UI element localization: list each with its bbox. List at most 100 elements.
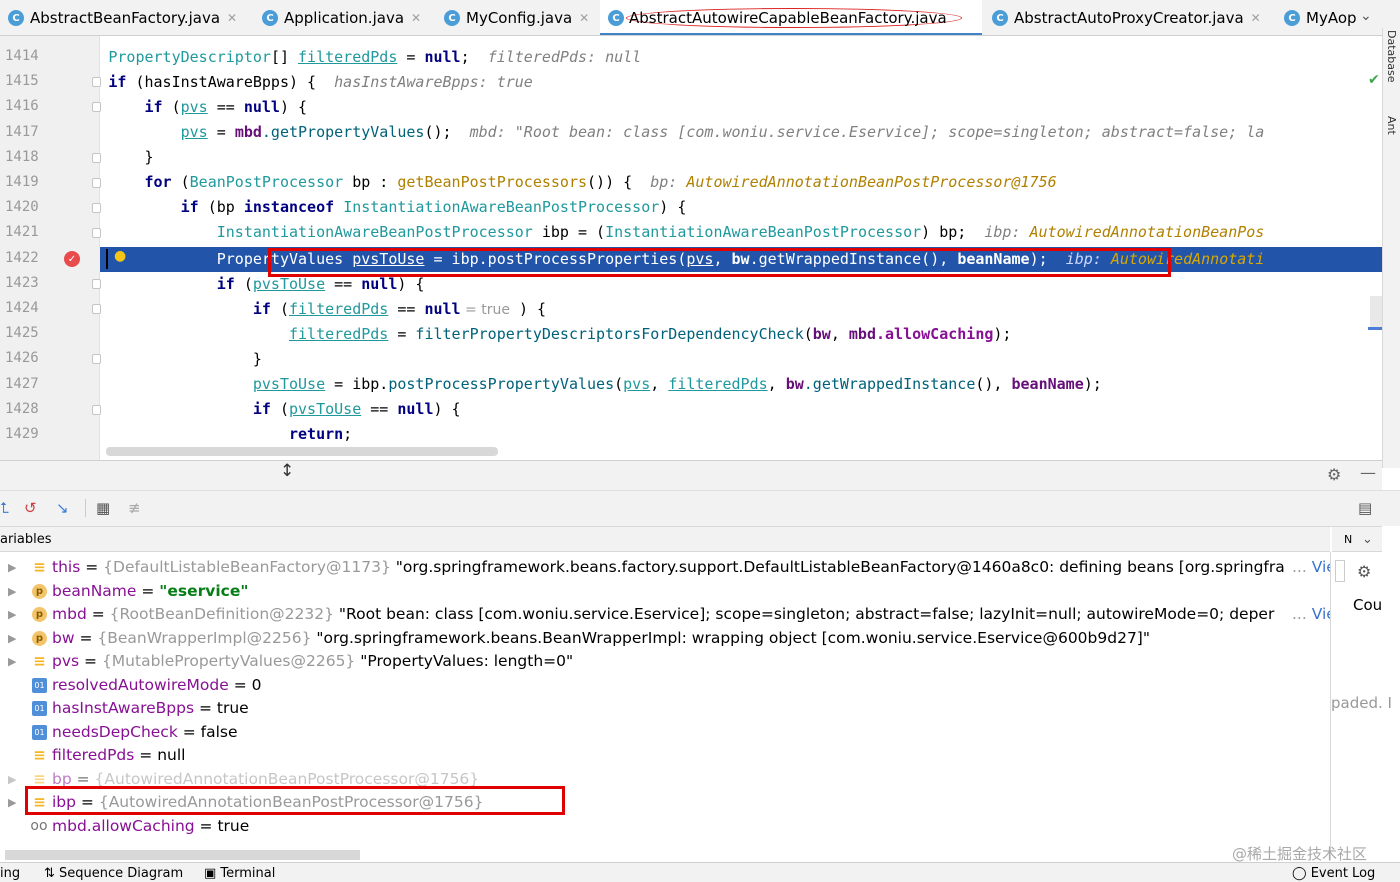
variable-name: beanName — [52, 581, 137, 600]
evaluate-icon[interactable]: ▦ — [96, 499, 110, 517]
close-icon[interactable]: ✕ — [1251, 11, 1261, 25]
close-icon[interactable]: ✕ — [411, 11, 421, 25]
expand-arrow-icon[interactable]: ▶ — [8, 580, 16, 603]
variable-type-icon: ≡ — [33, 769, 46, 788]
minimize-icon[interactable]: — — [1360, 463, 1376, 482]
tool-tab-fragment[interactable]: ing — [0, 866, 20, 881]
panel-splitter[interactable]: ⚙ — — [0, 460, 1382, 490]
tool-tab-terminal[interactable]: ▣ Terminal — [204, 866, 275, 881]
fold-marker[interactable] — [92, 228, 101, 239]
tab-label: Event Log — [1310, 866, 1376, 881]
fold-marker[interactable] — [92, 77, 101, 88]
variable-name: mbd.allowCaching — [52, 816, 195, 835]
chevron-down-icon[interactable]: ⌄ — [1360, 8, 1372, 24]
variables-horizontal-scrollbar[interactable] — [5, 850, 360, 860]
close-icon[interactable]: ✕ — [227, 11, 237, 25]
right-tool-strip: Database Ant — [1382, 28, 1400, 468]
variable-text: filteredPds = null — [52, 746, 186, 764]
variable-text: bw = {BeanWrapperImpl@2256} "org.springf… — [52, 628, 1150, 647]
inspection-ok-icon[interactable]: ✔ — [1368, 72, 1380, 88]
fold-marker[interactable] — [92, 102, 101, 113]
gear-icon[interactable]: ⚙ — [1357, 562, 1371, 581]
variable-value: true — [217, 816, 250, 835]
database-tool-tab[interactable]: Database — [1385, 30, 1398, 83]
drop-frame-icon[interactable]: ↺ — [24, 499, 37, 517]
tab-abstract-bean-factory[interactable]: C AbstractBeanFactory.java ✕ — [0, 0, 252, 35]
class-icon: C — [444, 10, 460, 26]
chevron-down-icon[interactable]: ⌄ — [1362, 527, 1373, 553]
tab-application[interactable]: C Application.java ✕ — [254, 0, 434, 35]
fold-marker[interactable] — [92, 354, 101, 365]
line-number: 1429 — [5, 426, 39, 442]
view-link[interactable]: ... View — [1288, 556, 1330, 579]
layout-icon[interactable]: ▤ — [1358, 499, 1372, 517]
tab-abstract-auto-proxy-creator[interactable]: C AbstractAutoProxyCreator.java ✕ — [984, 0, 1274, 35]
class-icon: C — [992, 10, 1008, 26]
watches-pane: ⚙ Cou paded. I — [1330, 552, 1400, 860]
watermark: @稀土掘金技术社区 — [1232, 845, 1368, 863]
watch-input[interactable] — [1335, 560, 1345, 582]
expand-arrow-icon[interactable]: ▶ — [8, 791, 16, 814]
expand-arrow-icon[interactable]: ▶ — [8, 768, 16, 791]
line-number: 1420 — [5, 199, 39, 216]
annotation-highlight-box — [25, 786, 565, 815]
fold-marker[interactable] — [92, 404, 101, 415]
line-number: 1428 — [5, 400, 39, 417]
expand-arrow-icon[interactable]: ▶ — [8, 556, 16, 579]
tab-label: Sequence Diagram — [59, 866, 184, 881]
variable-row[interactable]: ▶ p mbd = {RootBeanDefinition@2232} "Root … — [0, 603, 1330, 626]
variable-row[interactable]: 01 resolvedAutowireMode = 0 — [0, 674, 1330, 697]
fold-marker[interactable] — [92, 203, 101, 214]
variable-type-icon: ≡ — [33, 558, 46, 576]
right-header-label: N — [1344, 533, 1353, 546]
expand-arrow-icon[interactable]: ▶ — [8, 650, 16, 673]
trace-icon[interactable]: ≢ — [128, 499, 141, 517]
tab-label: MyAop — [1306, 9, 1357, 27]
expand-arrow-icon[interactable]: ▶ — [8, 603, 16, 626]
tool-tab-event-log[interactable]: ◯ Event Log — [1292, 866, 1375, 881]
tab-myaop[interactable]: C MyAop — [1276, 0, 1360, 35]
force-step-icon[interactable]: ↘ — [56, 499, 69, 517]
variable-row[interactable]: ▶ p bw = {BeanWrapperImpl@2256} "org.sprin… — [0, 627, 1330, 650]
view-link[interactable]: ... View — [1288, 603, 1330, 626]
fold-marker[interactable] — [92, 152, 101, 163]
code-editor[interactable]: ✓ ● PropertyDescriptor[] filteredPds = n… — [0, 36, 1382, 460]
close-icon[interactable]: ✕ — [579, 11, 589, 25]
line-number: 1423 — [5, 274, 39, 291]
editor-horizontal-scrollbar[interactable] — [106, 447, 498, 456]
tool-tab-sequence-diagram[interactable]: ⇅ Sequence Diagram — [44, 866, 183, 881]
tab-abstract-autowire-capable-bean-factory[interactable]: C AbstractAutowireCapableBeanFactory.jav… — [600, 0, 982, 35]
fold-marker[interactable] — [92, 304, 101, 314]
line-number: 1421 — [5, 224, 39, 241]
fold-marker[interactable] — [92, 278, 101, 289]
step-out-icon[interactable]: ⮤ — [0, 499, 9, 517]
variable-row[interactable]: ▶ ≡ this = {DefaultListableBeanFactory@117… — [0, 556, 1330, 579]
code-line: if (hasInstAwareBpps) { hasInstAwareBpps… — [108, 73, 533, 91]
variable-name: needsDepCheck — [52, 722, 178, 741]
variable-value: "PropertyValues: length=0" — [360, 652, 574, 670]
tab-myconfig[interactable]: C MyConfig.java ✕ — [436, 0, 596, 35]
variable-type-icon: 01 — [32, 724, 47, 740]
fold-marker[interactable] — [92, 178, 101, 188]
variables-header: ariables N ⌄ — [0, 526, 1382, 553]
variable-row[interactable]: oo mbd.allowCaching = true — [0, 815, 1330, 838]
expand-arrow-icon[interactable]: ▶ — [8, 627, 16, 650]
event-log-icon: ◯ — [1292, 866, 1311, 881]
variable-row[interactable]: ▶ p beanName = "eservice" — [0, 580, 1330, 603]
resize-cursor-icon: ↕ — [280, 461, 295, 481]
gear-icon[interactable]: ⚙ — [1327, 465, 1341, 484]
line-number: 1419 — [5, 174, 39, 190]
status-fragment: paded. I — [1331, 694, 1392, 712]
bottom-tool-bar: ing ⇅ Sequence Diagram ▣ Terminal ◯ Even… — [0, 862, 1400, 882]
variable-row[interactable]: 01 hasInstAwareBpps = true — [0, 697, 1330, 720]
variable-name: bw — [52, 628, 75, 647]
variable-row[interactable]: ≡ filteredPds = null — [0, 744, 1330, 767]
variable-name: this — [52, 558, 81, 576]
class-icon: C — [8, 10, 24, 26]
variable-row[interactable]: ▶ ≡ pvs = {MutablePropertyValues@2265} "Pr… — [0, 650, 1330, 673]
scroll-position-marker[interactable] — [1368, 327, 1382, 330]
code-line: pvsToUse = ibp.postProcessPropertyValues… — [252, 375, 1102, 393]
ant-tool-tab[interactable]: Ant — [1385, 116, 1398, 135]
tab-label: AbstractAutowireCapableBeanFactory.java — [626, 8, 962, 28]
variable-row[interactable]: 01 needsDepCheck = false — [0, 721, 1330, 744]
